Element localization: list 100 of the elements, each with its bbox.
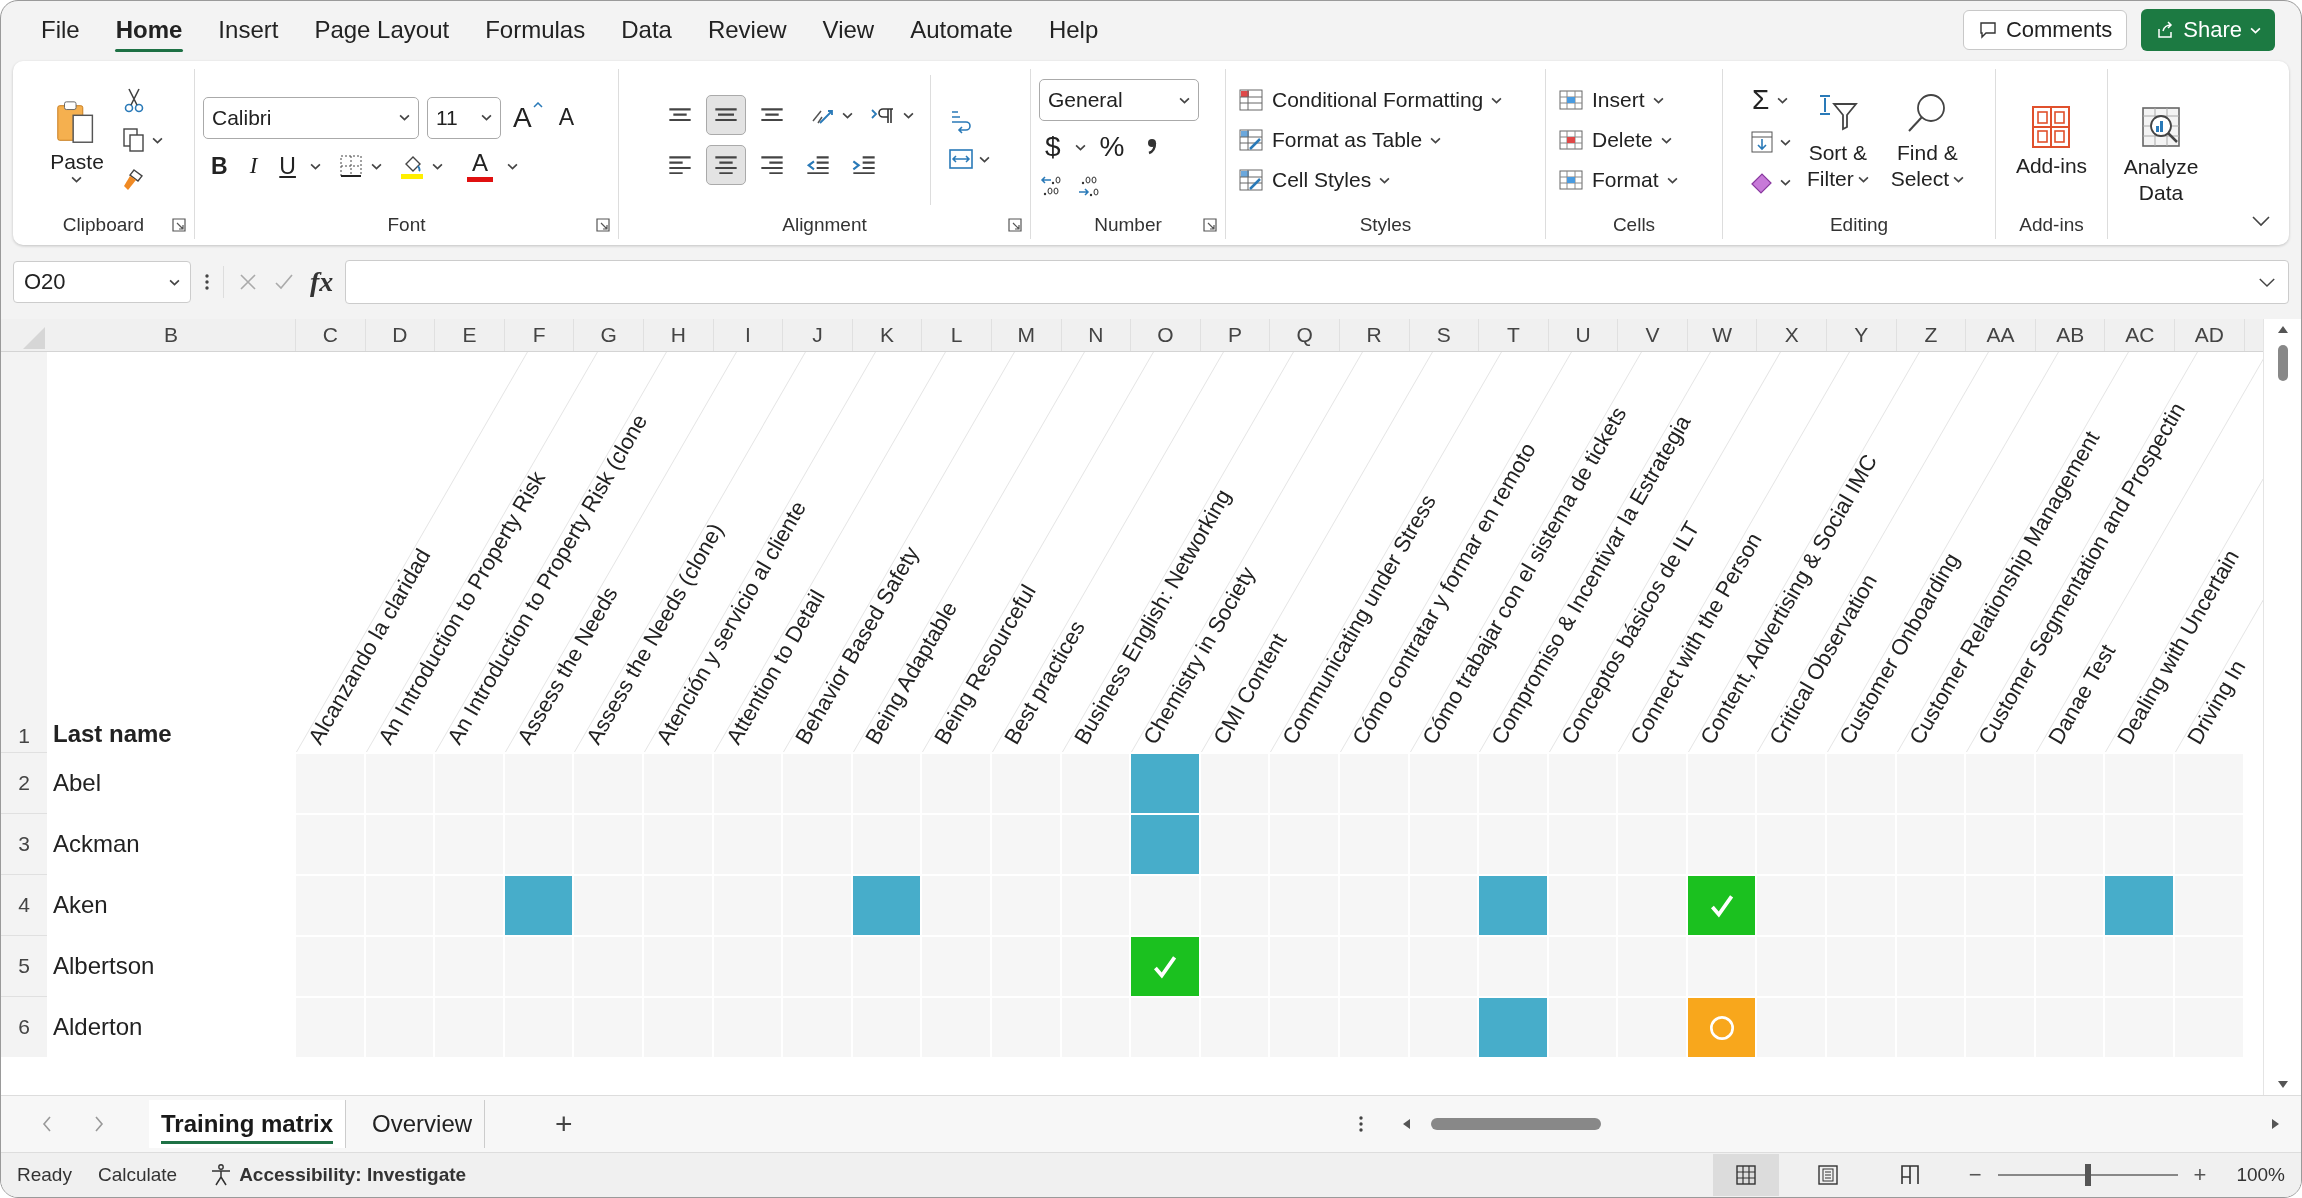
cells-menu-button[interactable]: Delete	[1554, 125, 1676, 155]
font-size-field[interactable]: 11	[427, 96, 501, 139]
column-header[interactable]: E	[435, 319, 505, 351]
row-header[interactable]: 4	[1, 874, 47, 935]
column-header[interactable]: V	[1618, 319, 1688, 351]
dialog-launcher-icon[interactable]	[172, 218, 186, 232]
underline-button[interactable]: U	[271, 150, 304, 182]
align-button[interactable]	[705, 95, 746, 135]
find-select-button[interactable]: Find & Select	[1884, 85, 1970, 195]
share-button[interactable]: Share	[2141, 9, 2275, 51]
column-header[interactable]: Q	[1270, 319, 1340, 351]
previous-sheet-icon[interactable]	[41, 1114, 53, 1134]
sheet-tab[interactable]: Training matrix	[149, 1100, 347, 1148]
zoom-out-button[interactable]: −	[1968, 1162, 1982, 1188]
menu-tab[interactable]: Insert	[200, 8, 297, 52]
row-header[interactable]: 3	[1, 813, 47, 874]
column-header[interactable]: AD	[2175, 319, 2245, 351]
menu-tab[interactable]: Formulas	[467, 8, 604, 52]
next-sheet-icon[interactable]	[93, 1114, 105, 1134]
column-header[interactable]: AC	[2105, 319, 2176, 351]
menu-tab[interactable]: Home	[97, 8, 201, 52]
column-header[interactable]: P	[1200, 319, 1271, 351]
currency-button[interactable]: $	[1039, 131, 1067, 163]
column-header[interactable]: I	[713, 319, 784, 351]
zoom-slider-thumb[interactable]	[2084, 1164, 2091, 1186]
number-format-field[interactable]: General	[1039, 79, 1199, 121]
table-cell-text: Alderton	[52, 1011, 144, 1042]
column-header[interactable]: F	[504, 319, 575, 351]
menu-tab[interactable]: Automate	[892, 8, 1031, 52]
column-header[interactable]: B	[47, 319, 296, 351]
italic-button[interactable]: I	[241, 151, 266, 181]
column-header[interactable]: S	[1409, 319, 1480, 351]
cells-menu-button[interactable]: Format	[1554, 165, 1682, 195]
column-header[interactable]: Y	[1827, 319, 1897, 351]
column-header[interactable]: G	[574, 319, 644, 351]
more-icon[interactable]	[203, 272, 211, 292]
percent-button[interactable]: %	[1093, 131, 1131, 163]
menu-tab[interactable]: Page Layout	[296, 8, 468, 52]
formula-input[interactable]	[345, 260, 2289, 304]
column-header[interactable]: R	[1339, 319, 1410, 351]
add-sheet-button[interactable]: +	[555, 1107, 573, 1141]
column-header[interactable]: X	[1757, 319, 1828, 351]
font-color-button[interactable]: A	[458, 148, 501, 184]
grow-font-button[interactable]: A	[509, 101, 547, 134]
column-header[interactable]: AB	[2035, 319, 2106, 351]
column-header[interactable]: D	[365, 319, 436, 351]
analyze-data-button[interactable]: Analyze Data	[2117, 99, 2205, 209]
paste-button[interactable]: Paste	[44, 93, 110, 187]
dialog-launcher-icon[interactable]	[596, 218, 610, 232]
zoom-in-button[interactable]: +	[2193, 1162, 2207, 1188]
add-ins-button[interactable]: Add-ins	[2009, 98, 2094, 182]
column-header[interactable]: K	[852, 319, 923, 351]
name-box[interactable]: O20	[13, 261, 191, 303]
collapse-ribbon-icon[interactable]	[2251, 215, 2271, 227]
styles-menu-button[interactable]: Format as Table	[1234, 125, 1446, 155]
sort-filter-button[interactable]: Sort & Filter	[1800, 85, 1875, 195]
dialog-launcher-icon[interactable]	[1203, 218, 1217, 232]
menu-tab[interactable]: Data	[603, 8, 690, 52]
column-header[interactable]: M	[991, 319, 1062, 351]
menu-tab[interactable]: Help	[1030, 8, 1117, 52]
scrollbar-thumb[interactable]	[2277, 345, 2288, 381]
menu-tab[interactable]: Review	[689, 8, 805, 52]
accessibility-status[interactable]: Accessibility: Investigate	[239, 1164, 467, 1186]
insert-function-button[interactable]: fx	[310, 266, 334, 298]
column-header[interactable]: L	[922, 319, 992, 351]
dialog-launcher-icon[interactable]	[1008, 218, 1022, 232]
caret-icon	[151, 136, 163, 144]
scrollbar-thumb[interactable]	[1431, 1118, 1601, 1130]
column-header[interactable]: O	[1131, 319, 1201, 351]
styles-menu-button[interactable]: Cell Styles	[1234, 165, 1395, 195]
row-header[interactable]: 5	[1, 935, 47, 996]
row-header[interactable]: 2	[1, 752, 47, 813]
column-header[interactable]: AA	[1966, 319, 2036, 351]
bold-button[interactable]: B	[203, 150, 236, 182]
column-header[interactable]: Z	[1896, 319, 1967, 351]
column-header[interactable]: C	[296, 319, 366, 351]
column-header[interactable]: J	[783, 319, 853, 351]
shrink-font-button[interactable]: A	[554, 104, 579, 131]
column-header[interactable]: U	[1548, 319, 1619, 351]
row-header[interactable]: 1	[1, 352, 47, 752]
row-header[interactable]: 6	[1, 996, 47, 1057]
styles-menu-button[interactable]: Conditional Formatting	[1234, 85, 1507, 115]
column-header[interactable]: W	[1687, 319, 1758, 351]
group-label: Alignment	[782, 214, 867, 236]
menu-tab[interactable]: View	[804, 8, 893, 52]
cells-menu-button[interactable]: Insert	[1554, 85, 1668, 115]
menu-tab[interactable]: File	[23, 8, 98, 52]
align-left-icon	[667, 155, 692, 175]
comments-button[interactable]: Comments	[1962, 10, 2128, 50]
column-header[interactable]: T	[1479, 319, 1549, 351]
grid-icon	[1733, 1163, 1758, 1187]
indent-icon	[851, 155, 876, 175]
font-name-field[interactable]: Calibri	[203, 96, 419, 139]
scroll-left-icon[interactable]	[1401, 1117, 1411, 1131]
scroll-right-icon[interactable]	[2271, 1117, 2281, 1131]
align-button[interactable]	[705, 145, 746, 185]
autosum-button[interactable]: Σ	[1747, 84, 1774, 116]
normal-view-button[interactable]	[1712, 1154, 1779, 1196]
column-header[interactable]: N	[1061, 319, 1132, 351]
column-header[interactable]: H	[643, 319, 714, 351]
